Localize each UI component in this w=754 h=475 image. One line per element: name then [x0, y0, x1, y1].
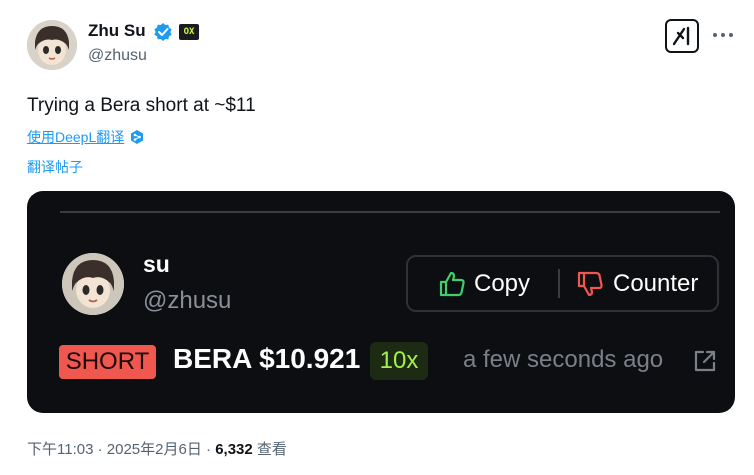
trade-card[interactable]: su @zhusu Copy Counter SHORT BERA $10.92… — [27, 191, 735, 413]
external-link-icon[interactable] — [693, 349, 717, 373]
pair-price: BERA $10.921 — [173, 343, 361, 374]
short-badge: SHORT — [59, 345, 156, 379]
counter-button[interactable]: Counter — [613, 270, 698, 298]
more-dots-icon — [713, 33, 733, 37]
affiliate-badge[interactable]: OX — [179, 24, 199, 40]
tweet-time[interactable]: 下午11:03 — [27, 441, 93, 458]
translate-post-link[interactable]: 翻译帖子 — [27, 157, 83, 177]
card-avatar — [62, 253, 124, 315]
author-avatar[interactable] — [27, 20, 77, 70]
card-name: su — [143, 251, 170, 277]
meta-separator: · — [206, 441, 212, 458]
views-label: 查看 — [256, 441, 287, 458]
tweet-date[interactable]: 2025年2月6日 — [107, 441, 202, 458]
grok-button[interactable] — [665, 19, 699, 53]
thumbs-down-icon[interactable] — [576, 271, 604, 297]
author-handle[interactable]: @zhusu — [88, 47, 147, 65]
grok-icon — [672, 26, 690, 46]
deepl-translate-link[interactable]: 使用DeepL翻译 — [27, 127, 145, 147]
thumbs-up-icon[interactable] — [438, 271, 466, 297]
card-handle: @zhusu — [143, 287, 232, 314]
meta-separator: · — [97, 441, 103, 458]
time-ago: a few seconds ago — [463, 346, 664, 373]
deepl-icon — [131, 130, 144, 144]
verified-badge-icon — [153, 22, 173, 42]
copy-counter-group: Copy Counter — [406, 255, 719, 312]
action-separator — [558, 269, 560, 298]
author-name[interactable]: Zhu Su — [88, 21, 146, 41]
card-divider — [60, 211, 720, 213]
copy-button[interactable]: Copy — [474, 270, 530, 298]
more-options-button[interactable] — [710, 22, 736, 48]
deepl-link-label: 使用DeepL翻译 — [27, 129, 125, 145]
tweet-text: Trying a Bera short at ~$11 — [27, 95, 256, 116]
views-count: 6,332 — [215, 441, 253, 458]
leverage-badge: 10x — [370, 342, 428, 380]
tweet-meta: 下午11:03 · 2025年2月6日 · 6,332 查看 — [27, 438, 287, 459]
